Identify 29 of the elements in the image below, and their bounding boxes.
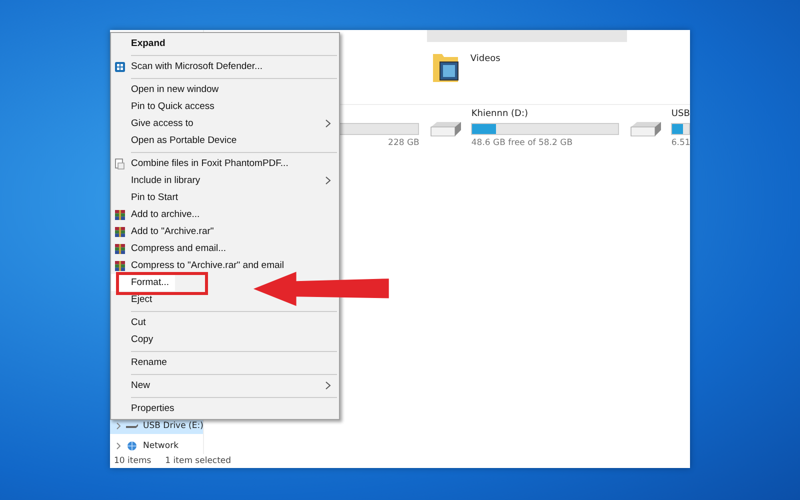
menu-item[interactable]: Add to "Archive.rar" bbox=[111, 223, 220, 240]
drive-name[interactable]: USB bbox=[671, 109, 690, 120]
menu-item[interactable]: Pin to Quick access bbox=[111, 98, 220, 115]
menu-item[interactable]: Format... bbox=[111, 274, 176, 291]
menu-item[interactable]: Rename bbox=[111, 354, 173, 371]
menu-item[interactable]: Expand bbox=[111, 35, 172, 52]
free-space-text: 6.51 bbox=[671, 138, 690, 148]
menu-item[interactable]: Open as Portable Device bbox=[111, 132, 243, 149]
menu-item[interactable]: Eject bbox=[111, 291, 158, 308]
folder-name[interactable]: Videos bbox=[470, 54, 500, 64]
menu-item[interactable]: Give access to bbox=[111, 115, 339, 132]
free-space-text: 48.6 GB free of 58.2 GB bbox=[471, 138, 574, 148]
item-count: 10 items bbox=[114, 456, 152, 466]
menu-item[interactable]: Copy bbox=[111, 331, 160, 348]
free-space-text: 228 GB bbox=[388, 138, 420, 148]
selection-count: 1 item selected bbox=[165, 456, 232, 466]
menu-item[interactable]: Include in library bbox=[111, 172, 339, 189]
menu-item[interactable]: Compress and email... bbox=[111, 240, 232, 257]
menu-item[interactable]: Cut bbox=[111, 314, 152, 331]
menu-item[interactable]: Add to archive... bbox=[111, 206, 206, 223]
menu-item[interactable]: New bbox=[111, 377, 339, 394]
menu-item[interactable]: Pin to Start bbox=[111, 189, 184, 206]
menu-item[interactable]: Compress to "Archive.rar" and email bbox=[111, 257, 290, 274]
sidebar-item[interactable]: Network bbox=[110, 438, 204, 454]
drive-name[interactable]: Khiennn (D:) bbox=[471, 109, 620, 120]
menu-item[interactable]: Combine files in Foxit PhantomPDF... bbox=[111, 155, 294, 172]
menu-item[interactable]: Open in new window bbox=[111, 81, 225, 98]
menu-item[interactable]: Scan with Microsoft Defender... bbox=[111, 58, 268, 75]
menu-item[interactable]: Properties bbox=[111, 400, 180, 417]
